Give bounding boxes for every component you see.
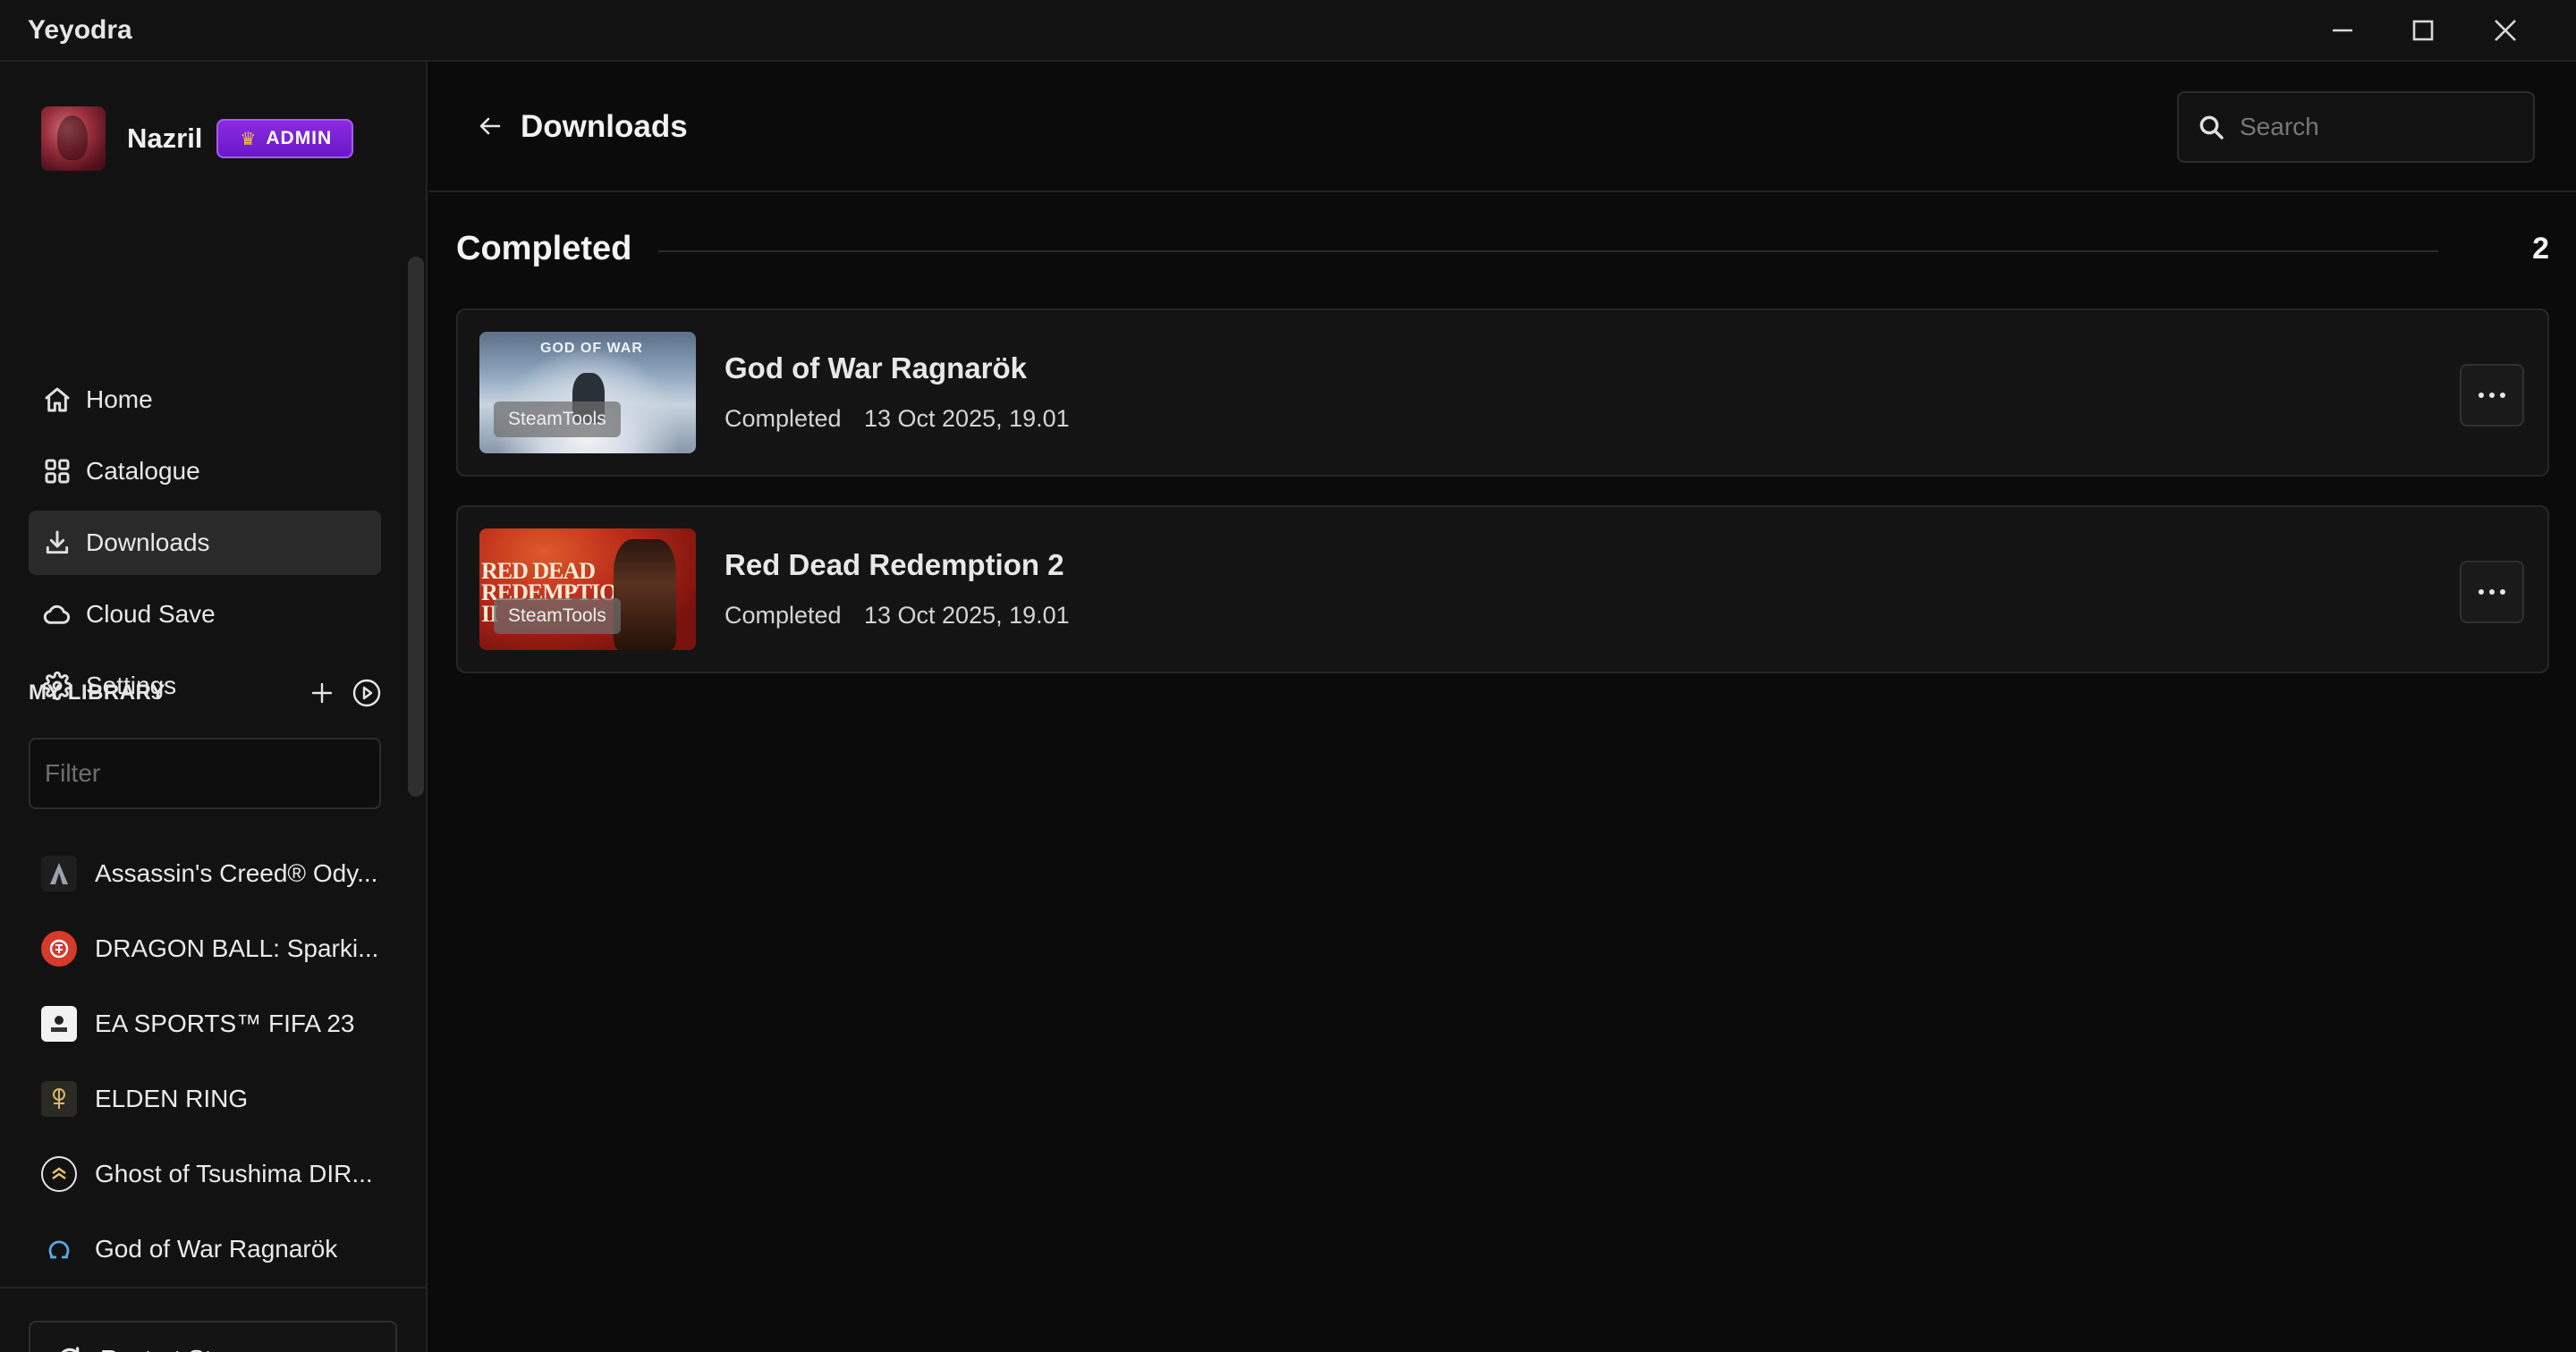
crown-icon: ♛ [240,129,258,149]
minimize-icon [2333,29,2352,32]
refresh-icon [61,1347,80,1352]
thumbnail-figure [614,539,676,650]
plus-icon [311,682,333,704]
download-date: 13 Oct 2025, 19.01 [864,405,1070,432]
maximize-icon [2412,20,2434,41]
sidebar-footer: Restart Steam [0,1287,428,1352]
download-title: Red Dead Redemption 2 [724,548,1064,581]
library-game-item[interactable]: ELDEN RING [29,1061,395,1137]
assassins-creed-icon [41,856,77,891]
search-icon [2199,115,2224,139]
home-icon [45,387,70,412]
more-dot [2500,393,2505,398]
sidebar-item-label: Catalogue [86,457,200,485]
sidebar-item-home[interactable]: Home [29,368,381,432]
more-dot [2489,589,2495,595]
search-box[interactable] [2177,91,2535,163]
play-circle-icon [352,679,381,707]
close-icon [2495,20,2516,41]
game-thumbnail: RED DEAD REDEMPTION II SteamTools [479,528,696,650]
play-library-button[interactable] [349,675,385,711]
username: Nazril [127,123,203,154]
admin-badge: ♛ ADMIN [216,119,354,158]
fifa-icon [41,1006,77,1042]
library-game-label: ELDEN RING [95,1085,249,1112]
back-button[interactable] [470,106,510,146]
completed-section-header: Completed 2 [456,223,2549,276]
sidebar-item-downloads[interactable]: Downloads [29,511,381,575]
avatar[interactable] [41,106,106,171]
sidebar-item-label: Home [86,385,153,413]
restart-steam-label: Restart Steam [100,1345,260,1352]
download-date: 13 Oct 2025, 19.01 [864,602,1070,629]
thumbnail-logo: GOD OF WAR [540,341,643,356]
god-of-war-icon [41,1231,77,1267]
library-game-item[interactable]: Assassin's Creed® Ody... [29,836,395,911]
library-game-label: Ghost of Tsushima DIR... [95,1160,373,1187]
library-title: MY LIBRARY [29,680,166,705]
app-title: Yeyodra [28,15,132,45]
sidebar-item-catalogue[interactable]: Catalogue [29,439,381,503]
library-game-item[interactable]: God of War Ragnarök [29,1212,395,1287]
more-dot [2489,393,2495,398]
more-options-button[interactable] [2460,561,2524,623]
library-filter-input[interactable] [29,738,381,809]
grid-icon [45,459,70,484]
library-game-list: Assassin's Creed® Ody... DRAGON BALL: Sp… [29,836,395,1287]
page-title: Downloads [521,109,688,144]
library-game-item[interactable]: EA SPORTS™ FIFA 23 [29,986,395,1061]
title-bar: Yeyodra [0,0,2576,62]
main-content: Downloads Completed 2 GOD OF WAR SteamTo… [429,62,2576,1352]
more-dot [2479,393,2484,398]
library-game-label: Assassin's Creed® Ody... [95,859,378,887]
restart-steam-button[interactable]: Restart Steam [29,1321,397,1352]
sidebar-nav: Home Catalogue Downloads Cloud Save Sett… [29,368,381,725]
more-dot [2479,589,2484,595]
more-options-button[interactable] [2460,364,2524,427]
section-divider [658,250,2438,252]
download-item[interactable]: RED DEAD REDEMPTION II SteamTools Red De… [456,505,2549,673]
cloud-icon [43,604,71,624]
sidebar: Nazril ♛ ADMIN Home Catalogue Downloads … [0,62,428,1352]
source-badge: SteamTools [494,401,621,437]
download-item[interactable]: GOD OF WAR SteamTools God of War Ragnarö… [456,308,2549,477]
minimize-button[interactable] [2311,9,2374,52]
dragon-ball-icon [41,931,77,967]
sidebar-item-label: Downloads [86,528,210,556]
add-game-button[interactable] [304,675,340,711]
arrow-left-icon [479,117,501,135]
search-input[interactable] [2240,113,2508,141]
library-game-label: DRAGON BALL: Sparki... [95,934,379,962]
sidebar-scrollbar[interactable] [408,257,424,797]
library-header: MY LIBRARY [29,675,386,711]
elden-ring-icon [41,1081,77,1117]
library-game-item[interactable]: DRAGON BALL: Sparki... [29,911,395,986]
admin-badge-label: ADMIN [266,128,333,148]
sidebar-item-label: Cloud Save [86,600,216,628]
close-button[interactable] [2474,9,2537,52]
game-thumbnail: GOD OF WAR SteamTools [479,332,696,453]
more-dot [2500,589,2505,595]
user-profile[interactable]: Nazril ♛ ADMIN [41,103,354,174]
library-game-item[interactable]: Ghost of Tsushima DIR... [29,1137,395,1212]
maximize-button[interactable] [2392,9,2454,52]
library-game-label: God of War Ragnarök [95,1235,338,1263]
download-status: Completed [724,405,842,432]
section-count: 2 [2532,232,2549,266]
sidebar-item-cloud-save[interactable]: Cloud Save [29,582,381,646]
source-badge: SteamTools [494,598,621,634]
page-header: Downloads [429,62,2576,192]
section-title: Completed [456,230,632,267]
download-title: God of War Ragnarök [724,351,1027,384]
ghost-of-tsushima-icon [41,1156,77,1192]
download-icon [46,530,69,554]
download-status: Completed [724,602,842,629]
library-game-label: EA SPORTS™ FIFA 23 [95,1010,355,1037]
